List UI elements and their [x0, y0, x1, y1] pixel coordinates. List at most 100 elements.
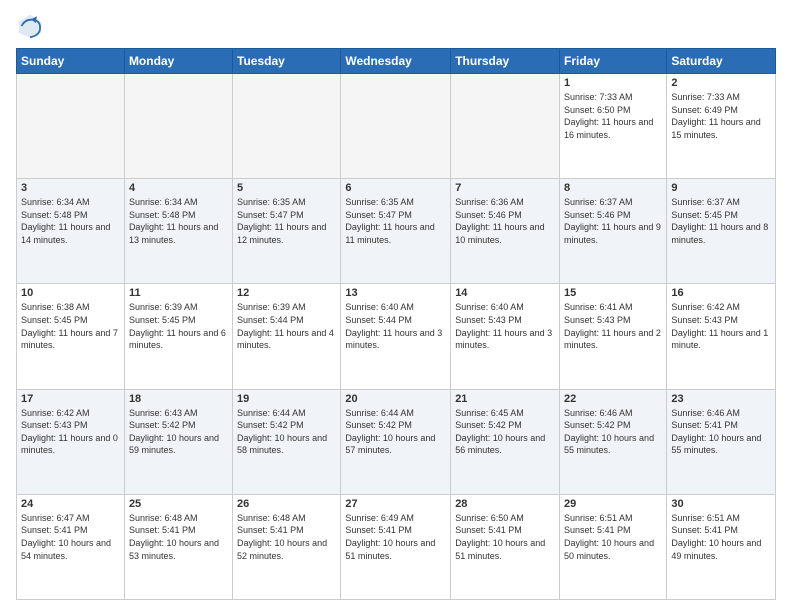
day-number: 28	[455, 498, 555, 510]
day-number: 5	[237, 182, 336, 194]
calendar-cell	[451, 74, 560, 179]
calendar-cell: 14 Sunrise: 6:40 AM Sunset: 5:43 PM Dayli…	[451, 284, 560, 389]
header	[16, 12, 776, 40]
day-info: Sunrise: 6:48 AM Sunset: 5:41 PM Dayligh…	[129, 512, 228, 562]
calendar-cell: 6 Sunrise: 6:35 AM Sunset: 5:47 PM Daylig…	[341, 179, 451, 284]
day-info: Sunrise: 6:51 AM Sunset: 5:41 PM Dayligh…	[564, 512, 662, 562]
day-number: 15	[564, 287, 662, 299]
header-wednesday: Wednesday	[341, 49, 451, 74]
day-number: 19	[237, 393, 336, 405]
calendar-cell	[17, 74, 125, 179]
day-number: 21	[455, 393, 555, 405]
calendar-cell: 12 Sunrise: 6:39 AM Sunset: 5:44 PM Dayli…	[233, 284, 341, 389]
day-number: 24	[21, 498, 120, 510]
calendar-cell	[124, 74, 232, 179]
day-number: 14	[455, 287, 555, 299]
day-number: 23	[671, 393, 771, 405]
calendar-cell: 10Sunrise: 6:38 AM Sunset: 5:45 PM Dayli…	[17, 284, 125, 389]
calendar-cell: 7 Sunrise: 6:36 AM Sunset: 5:46 PM Daylig…	[451, 179, 560, 284]
day-info: Sunrise: 6:47 AM Sunset: 5:41 PM Dayligh…	[21, 512, 120, 562]
calendar-cell	[341, 74, 451, 179]
day-info: Sunrise: 7:33 AM Sunset: 6:50 PM Dayligh…	[564, 91, 662, 141]
calendar-cell: 27Sunrise: 6:49 AM Sunset: 5:41 PM Dayli…	[341, 494, 451, 599]
header-sunday: Sunday	[17, 49, 125, 74]
day-number: 12	[237, 287, 336, 299]
calendar-cell: 4 Sunrise: 6:34 AM Sunset: 5:48 PM Daylig…	[124, 179, 232, 284]
calendar-cell: 24 Sunrise: 6:47 AM Sunset: 5:41 PM Dayli…	[17, 494, 125, 599]
day-info: Sunrise: 6:50 AM Sunset: 5:41 PM Dayligh…	[455, 512, 555, 562]
day-info: Sunrise: 6:42 AM Sunset: 5:43 PM Dayligh…	[671, 301, 771, 351]
day-number: 20	[345, 393, 446, 405]
day-info: Sunrise: 6:39 AM Sunset: 5:44 PM Dayligh…	[237, 301, 336, 351]
calendar-cell: 11 Sunrise: 6:39 AM Sunset: 5:45 PM Dayli…	[124, 284, 232, 389]
calendar-cell: 26 Sunrise: 6:48 AM Sunset: 5:41 PM Dayli…	[233, 494, 341, 599]
day-info: Sunrise: 6:41 AM Sunset: 5:43 PM Dayligh…	[564, 301, 662, 351]
day-number: 16	[671, 287, 771, 299]
calendar-cell: 19Sunrise: 6:44 AM Sunset: 5:42 PM Dayli…	[233, 389, 341, 494]
day-number: 25	[129, 498, 228, 510]
day-info: Sunrise: 6:48 AM Sunset: 5:41 PM Dayligh…	[237, 512, 336, 562]
day-number: 7	[455, 182, 555, 194]
day-info: Sunrise: 6:51 AM Sunset: 5:41 PM Dayligh…	[671, 512, 771, 562]
day-info: Sunrise: 6:44 AM Sunset: 5:42 PM Dayligh…	[345, 407, 446, 457]
day-number: 11	[129, 287, 228, 299]
day-info: Sunrise: 6:34 AM Sunset: 5:48 PM Dayligh…	[129, 196, 228, 246]
day-info: Sunrise: 6:46 AM Sunset: 5:42 PM Dayligh…	[564, 407, 662, 457]
logo	[16, 12, 48, 40]
day-number: 6	[345, 182, 446, 194]
day-info: Sunrise: 6:35 AM Sunset: 5:47 PM Dayligh…	[345, 196, 446, 246]
page: SundayMondayTuesdayWednesdayThursdayFrid…	[0, 0, 792, 612]
day-info: Sunrise: 6:40 AM Sunset: 5:43 PM Dayligh…	[455, 301, 555, 351]
day-info: Sunrise: 7:33 AM Sunset: 6:49 PM Dayligh…	[671, 91, 771, 141]
header-friday: Friday	[560, 49, 667, 74]
calendar-cell: 2 Sunrise: 7:33 AM Sunset: 6:49 PM Daylig…	[667, 74, 776, 179]
day-number: 22	[564, 393, 662, 405]
day-number: 9	[671, 182, 771, 194]
day-number: 29	[564, 498, 662, 510]
day-info: Sunrise: 6:36 AM Sunset: 5:46 PM Dayligh…	[455, 196, 555, 246]
header-thursday: Thursday	[451, 49, 560, 74]
calendar-cell: 8 Sunrise: 6:37 AM Sunset: 5:46 PM Daylig…	[560, 179, 667, 284]
week-row-3: 17Sunrise: 6:42 AM Sunset: 5:43 PM Dayli…	[17, 389, 776, 494]
calendar-cell: 29 Sunrise: 6:51 AM Sunset: 5:41 PM Dayli…	[560, 494, 667, 599]
calendar-cell: 18 Sunrise: 6:43 AM Sunset: 5:42 PM Dayli…	[124, 389, 232, 494]
week-row-2: 10Sunrise: 6:38 AM Sunset: 5:45 PM Dayli…	[17, 284, 776, 389]
calendar-cell: 17Sunrise: 6:42 AM Sunset: 5:43 PM Dayli…	[17, 389, 125, 494]
day-info: Sunrise: 6:35 AM Sunset: 5:47 PM Dayligh…	[237, 196, 336, 246]
week-row-4: 24 Sunrise: 6:47 AM Sunset: 5:41 PM Dayli…	[17, 494, 776, 599]
day-info: Sunrise: 6:39 AM Sunset: 5:45 PM Dayligh…	[129, 301, 228, 351]
day-info: Sunrise: 6:37 AM Sunset: 5:45 PM Dayligh…	[671, 196, 771, 246]
calendar-cell: 30Sunrise: 6:51 AM Sunset: 5:41 PM Dayli…	[667, 494, 776, 599]
day-info: Sunrise: 6:38 AM Sunset: 5:45 PM Dayligh…	[21, 301, 120, 351]
day-info: Sunrise: 6:46 AM Sunset: 5:41 PM Dayligh…	[671, 407, 771, 457]
day-number: 8	[564, 182, 662, 194]
calendar-cell	[233, 74, 341, 179]
day-info: Sunrise: 6:45 AM Sunset: 5:42 PM Dayligh…	[455, 407, 555, 457]
week-row-1: 3 Sunrise: 6:34 AM Sunset: 5:48 PM Daylig…	[17, 179, 776, 284]
header-saturday: Saturday	[667, 49, 776, 74]
day-number: 4	[129, 182, 228, 194]
day-number: 2	[671, 77, 771, 89]
day-number: 18	[129, 393, 228, 405]
day-info: Sunrise: 6:40 AM Sunset: 5:44 PM Dayligh…	[345, 301, 446, 351]
header-tuesday: Tuesday	[233, 49, 341, 74]
header-monday: Monday	[124, 49, 232, 74]
calendar-header-row: SundayMondayTuesdayWednesdayThursdayFrid…	[17, 49, 776, 74]
calendar-cell: 13 Sunrise: 6:40 AM Sunset: 5:44 PM Dayli…	[341, 284, 451, 389]
day-number: 1	[564, 77, 662, 89]
calendar-cell: 15 Sunrise: 6:41 AM Sunset: 5:43 PM Dayli…	[560, 284, 667, 389]
calendar-cell: 22 Sunrise: 6:46 AM Sunset: 5:42 PM Dayli…	[560, 389, 667, 494]
day-info: Sunrise: 6:42 AM Sunset: 5:43 PM Dayligh…	[21, 407, 120, 457]
calendar-cell: 5 Sunrise: 6:35 AM Sunset: 5:47 PM Daylig…	[233, 179, 341, 284]
day-info: Sunrise: 6:37 AM Sunset: 5:46 PM Dayligh…	[564, 196, 662, 246]
day-number: 3	[21, 182, 120, 194]
calendar-cell: 16 Sunrise: 6:42 AM Sunset: 5:43 PM Dayli…	[667, 284, 776, 389]
calendar-cell: 20 Sunrise: 6:44 AM Sunset: 5:42 PM Dayli…	[341, 389, 451, 494]
day-number: 13	[345, 287, 446, 299]
calendar-cell: 1 Sunrise: 7:33 AM Sunset: 6:50 PM Daylig…	[560, 74, 667, 179]
calendar-cell: 9 Sunrise: 6:37 AM Sunset: 5:45 PM Daylig…	[667, 179, 776, 284]
day-number: 26	[237, 498, 336, 510]
day-info: Sunrise: 6:43 AM Sunset: 5:42 PM Dayligh…	[129, 407, 228, 457]
day-info: Sunrise: 6:34 AM Sunset: 5:48 PM Dayligh…	[21, 196, 120, 246]
calendar-cell: 25 Sunrise: 6:48 AM Sunset: 5:41 PM Dayli…	[124, 494, 232, 599]
